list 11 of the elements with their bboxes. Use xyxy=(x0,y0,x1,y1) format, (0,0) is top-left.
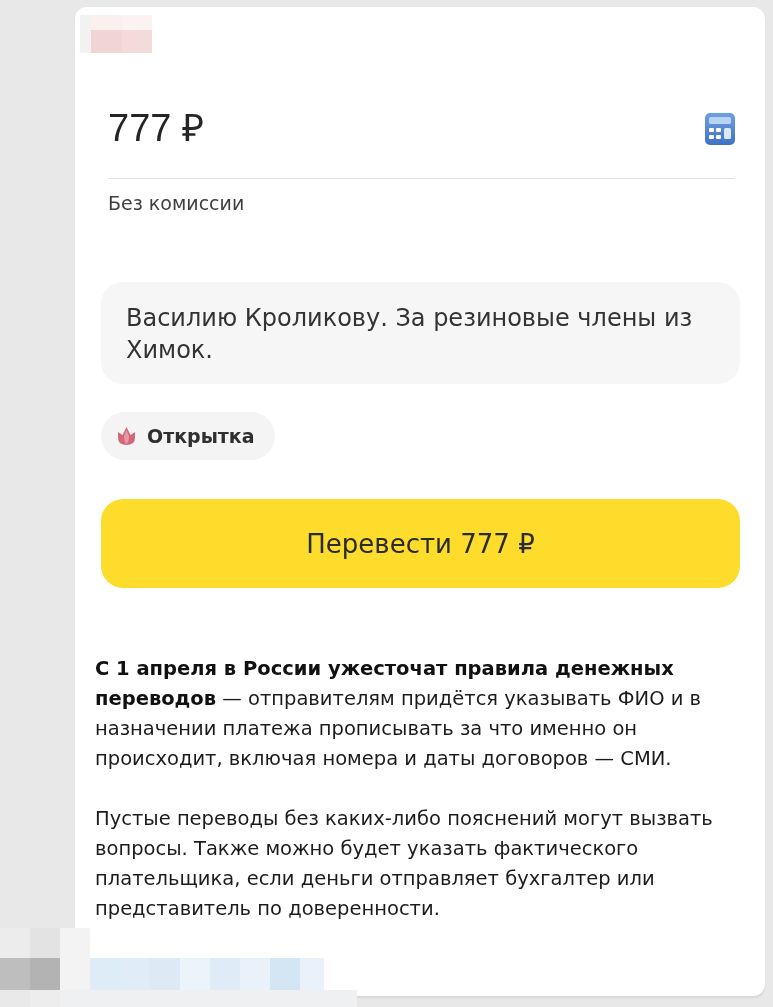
postcard-chip[interactable]: Открытка xyxy=(101,412,275,460)
transfer-button[interactable]: Перевести 777 ₽ xyxy=(101,499,740,588)
calculator-icon[interactable] xyxy=(705,112,735,145)
fee-note: Без комиссии xyxy=(107,191,245,215)
message-field[interactable]: Василию Кроликову. За резиновые члены из Химок. xyxy=(101,282,740,384)
postcard-label: Открытка xyxy=(147,425,255,447)
tulip-icon xyxy=(118,427,135,445)
pixelated-patch-drawing xyxy=(80,15,152,53)
amount-field[interactable]: 777 ₽ xyxy=(108,100,705,157)
caption-paragraph: Пустые переводы без каких-либо пояснений могут вызвать вопросы. Также можно будет указать фактического плательщика, если деньги отправляет бухгалтер или представитель по доверенности. xyxy=(95,806,714,922)
caption-paragraph: С 1 апреля в России ужесточат правила денежных переводов — отправителям придётся указывать ФИО и в назначении платежа прописывать за что именно он происходит, включая номера и даты договоров — СМИ. xyxy=(95,656,703,772)
